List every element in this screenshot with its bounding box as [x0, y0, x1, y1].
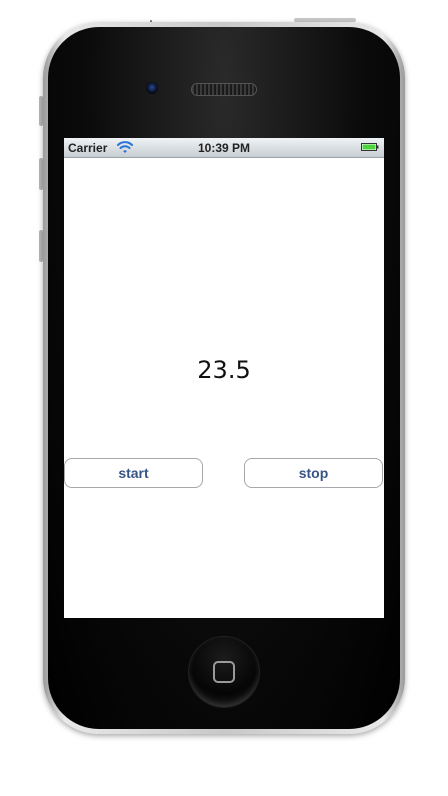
home-button-icon[interactable] [189, 637, 259, 707]
start-button-label: start [118, 465, 149, 481]
value-display: 23.5 [197, 356, 251, 384]
stop-button-label: stop [298, 465, 329, 481]
status-bar: Carrier 10:39 PM [64, 138, 384, 158]
battery-icon [361, 143, 379, 151]
start-button[interactable]: start [64, 458, 203, 488]
earpiece-speaker-icon [191, 83, 257, 96]
app-screen: Carrier 10:39 PM 23.5 start stop [64, 138, 384, 618]
front-camera-icon [146, 82, 158, 94]
home-square-icon [213, 661, 235, 683]
stop-button[interactable]: stop [244, 458, 383, 488]
status-time: 10:39 PM [197, 141, 251, 155]
